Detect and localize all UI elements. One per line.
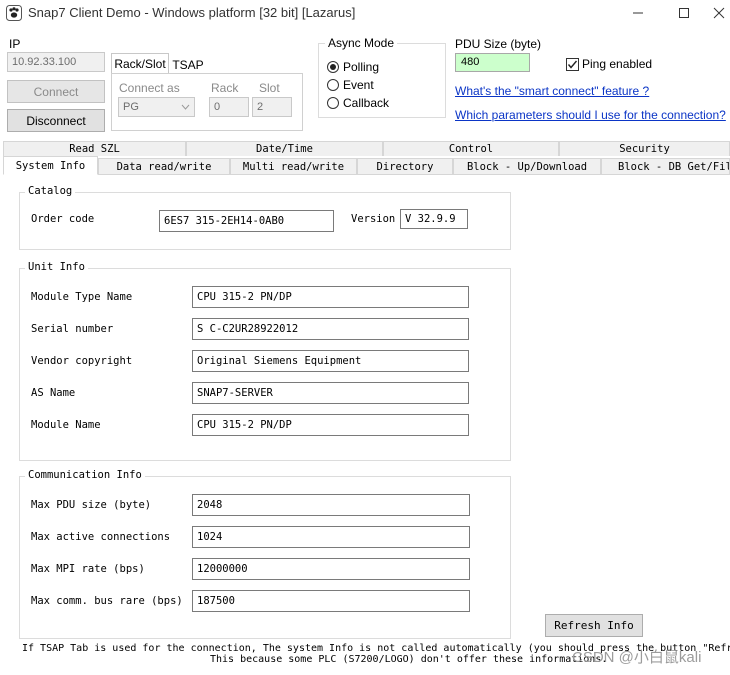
rack-label: Rack bbox=[211, 81, 239, 95]
order-code-label: Order code bbox=[31, 213, 95, 225]
connect-as-label: Connect as bbox=[119, 81, 180, 95]
maximize-button[interactable] bbox=[661, 0, 707, 26]
slot-label: Slot bbox=[259, 81, 280, 95]
unit-info-label: Vendor copyright bbox=[31, 355, 133, 367]
minimize-icon bbox=[633, 12, 643, 14]
radio-circle bbox=[327, 79, 339, 91]
async-mode-title: Async Mode bbox=[325, 36, 398, 50]
smart-connect-link[interactable]: What's the "smart connect" feature ? bbox=[455, 84, 649, 98]
version-value: V 32.9.9 bbox=[400, 209, 468, 229]
minimize-button[interactable] bbox=[615, 0, 661, 26]
slot-input[interactable]: 2 bbox=[252, 97, 292, 117]
tab-control[interactable]: Control bbox=[383, 141, 559, 156]
close-button[interactable] bbox=[707, 0, 730, 26]
maximize-icon bbox=[679, 8, 689, 18]
tab-date-time[interactable]: Date/Time bbox=[186, 141, 383, 156]
unit-info-value: SNAP7-SERVER bbox=[192, 382, 469, 404]
unit-info-label: Module Name bbox=[31, 419, 101, 431]
disconnect-button[interactable]: Disconnect bbox=[7, 109, 105, 132]
tab-row-bottom: System Info Data read/write Multi read/w… bbox=[0, 156, 730, 175]
ip-label: IP bbox=[9, 37, 21, 51]
radio-callback[interactable]: Callback bbox=[327, 96, 389, 110]
comm-info-value: 12000000 bbox=[192, 558, 470, 580]
pdu-size-input[interactable]: 480 bbox=[455, 53, 530, 72]
version-label: Version bbox=[351, 213, 396, 225]
tab-block-db-get-fill[interactable]: Block - DB Get/Fill bbox=[601, 158, 730, 175]
close-icon bbox=[713, 7, 724, 19]
unit-info-label: Module Type Name bbox=[31, 291, 133, 303]
unit-info-value: S C-C2UR28922012 bbox=[192, 318, 469, 340]
connect-as-value: PG bbox=[123, 101, 139, 113]
unit-info-label: Serial number bbox=[31, 323, 114, 335]
connect-button[interactable]: Connect bbox=[7, 80, 105, 103]
rack-input[interactable]: 0 bbox=[209, 97, 249, 117]
tab-block-up-download[interactable]: Block - Up/Download bbox=[453, 158, 601, 175]
window-title: Snap7 Client Demo - Windows platform [32… bbox=[28, 5, 356, 20]
radio-label: Polling bbox=[343, 60, 380, 74]
connect-as-select[interactable]: PG bbox=[118, 97, 195, 117]
pdu-size-label: PDU Size (byte) bbox=[455, 37, 542, 51]
tab-data-read-write[interactable]: Data read/write bbox=[98, 158, 230, 175]
radio-label: Callback bbox=[343, 96, 390, 110]
checkbox-checked-icon bbox=[566, 57, 579, 71]
unit-info-value: CPU 315-2 PN/DP bbox=[192, 286, 469, 308]
chevron-down-icon bbox=[181, 104, 190, 110]
tab-read-szl[interactable]: Read SZL bbox=[3, 141, 186, 156]
connection-params-link[interactable]: Which parameters should I use for the co… bbox=[455, 108, 726, 122]
radio-polling[interactable]: Polling bbox=[327, 60, 379, 74]
catalog-title: Catalog bbox=[25, 185, 76, 197]
tab-security[interactable]: Security bbox=[559, 141, 730, 156]
comm-info-value: 2048 bbox=[192, 494, 470, 516]
paw-icon bbox=[6, 5, 22, 21]
comm-info-value: 187500 bbox=[192, 590, 470, 612]
radio-circle bbox=[327, 97, 339, 109]
tab-tsap[interactable]: TSAP bbox=[169, 56, 207, 73]
footer-note-line2: This because some PLC (S7200/LOGO) don't… bbox=[210, 654, 608, 665]
tab-row-top: Read SZL Date/Time Control Security bbox=[0, 141, 730, 156]
unit-info-value: Original Siemens Equipment bbox=[192, 350, 469, 372]
title-bar: Snap7 Client Demo - Windows platform [32… bbox=[0, 0, 730, 26]
watermark: CSDN @小白鼠kali bbox=[572, 649, 702, 666]
ping-enabled-checkbox[interactable]: Ping enabled bbox=[566, 57, 652, 71]
unit-info-label: AS Name bbox=[31, 387, 76, 399]
ping-enabled-label: Ping enabled bbox=[582, 57, 653, 71]
communication-info-title: Communication Info bbox=[25, 469, 145, 481]
order-code-value: 6ES7 315-2EH14-0AB0 bbox=[159, 210, 334, 232]
unit-info-title: Unit Info bbox=[25, 261, 88, 273]
radio-event[interactable]: Event bbox=[327, 78, 374, 92]
refresh-info-button[interactable]: Refresh Info bbox=[545, 614, 643, 637]
ip-input[interactable]: 10.92.33.100 bbox=[7, 52, 105, 72]
comm-info-label: Max MPI rate (bps) bbox=[31, 563, 145, 575]
tab-multi-read-write[interactable]: Multi read/write bbox=[230, 158, 357, 175]
unit-info-value: CPU 315-2 PN/DP bbox=[192, 414, 469, 436]
tab-system-info[interactable]: System Info bbox=[3, 156, 98, 175]
comm-info-label: Max comm. bus rare (bps) bbox=[31, 595, 183, 607]
tab-directory[interactable]: Directory bbox=[357, 158, 453, 175]
comm-info-label: Max active connections bbox=[31, 531, 171, 543]
comm-info-label: Max PDU size (byte) bbox=[31, 499, 152, 511]
comm-info-value: 1024 bbox=[192, 526, 470, 548]
radio-label: Event bbox=[343, 78, 374, 92]
tab-rack-slot[interactable]: Rack/Slot bbox=[111, 53, 169, 74]
radio-circle bbox=[327, 61, 339, 73]
